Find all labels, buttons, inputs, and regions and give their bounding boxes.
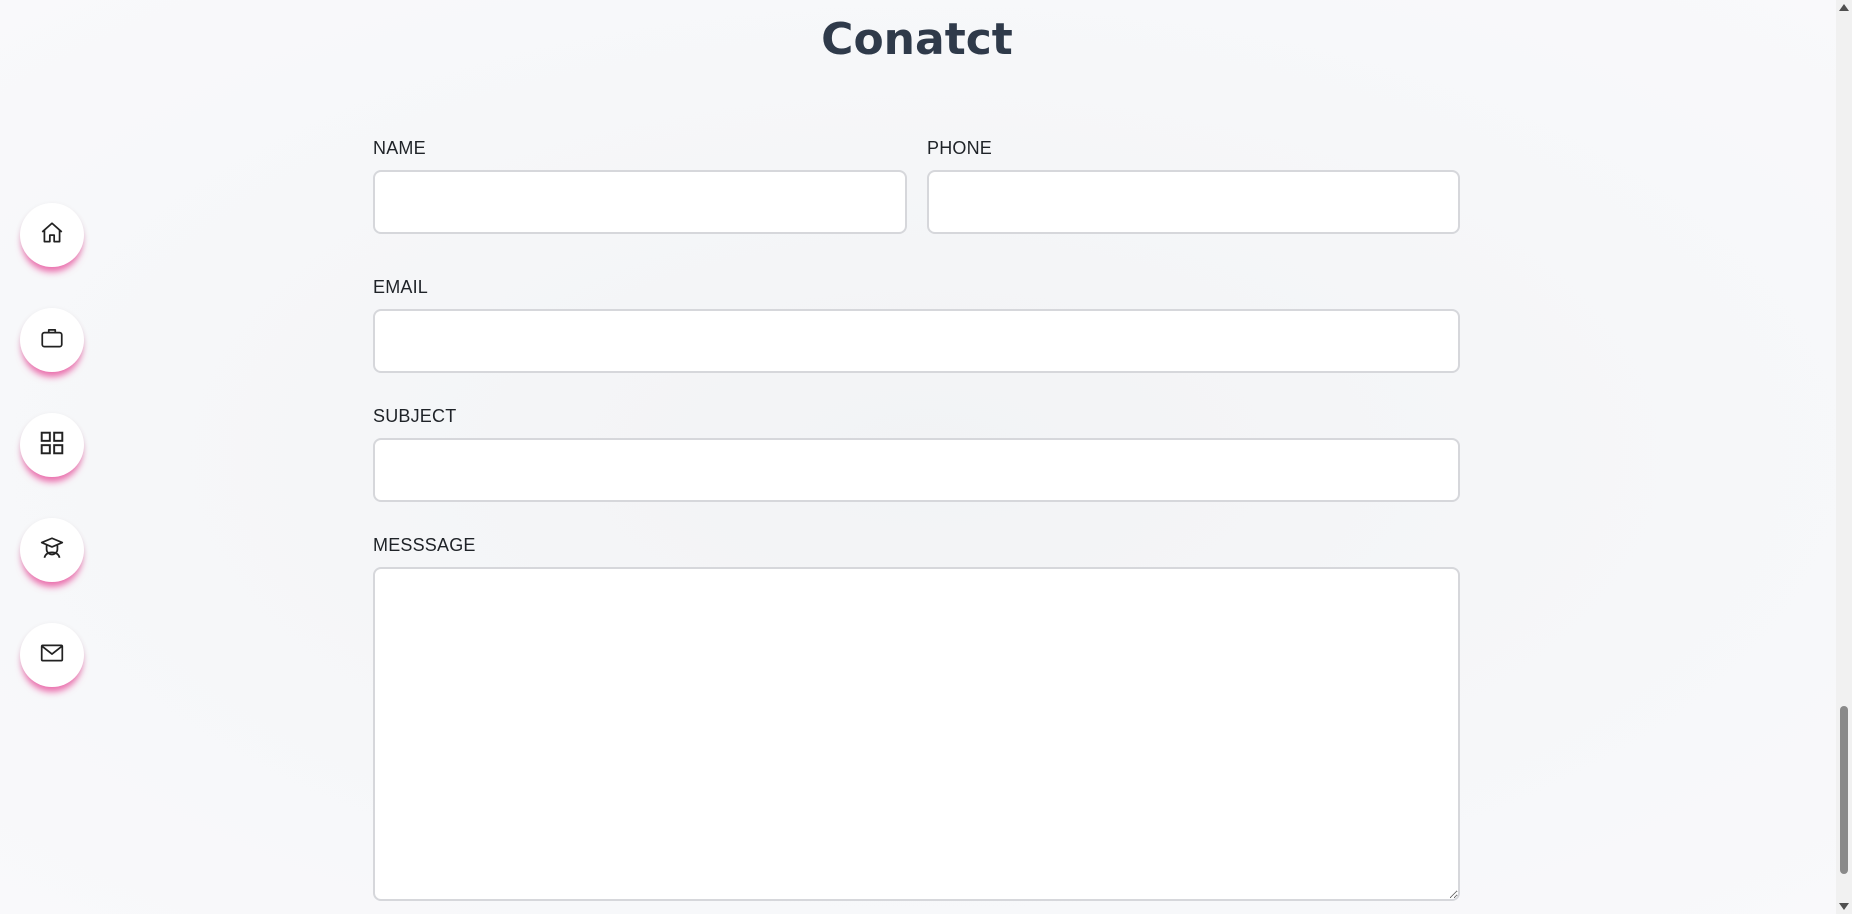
scroll-up-arrow-icon[interactable] [1839,4,1849,11]
briefcase-icon [39,325,65,356]
message-label: MESSSAGE [373,535,476,555]
graduate-icon [39,535,65,566]
phone-label: PHONE [927,138,993,158]
nav-home-button[interactable] [20,203,84,267]
subject-label: SUBJECT [373,406,457,426]
email-label: EMAIL [373,277,429,297]
grid-icon [39,430,65,461]
scroll-down-arrow-icon[interactable] [1839,903,1849,910]
scroll-thumb[interactable] [1840,706,1848,874]
nav-briefcase-button[interactable] [20,308,84,372]
mail-icon [39,640,65,671]
page-title: Conatct [821,14,1013,65]
name-field[interactable] [373,170,907,234]
nav-contact-button[interactable] [20,623,84,687]
home-icon [39,220,65,251]
subject-field[interactable] [373,438,1460,502]
email-field[interactable] [373,309,1460,373]
nav-grid-button[interactable] [20,413,84,477]
contact-page: Conatct NAME PHONE EMAIL SUBJECT MESSSAG… [0,0,1852,914]
message-field[interactable] [373,567,1460,901]
phone-field[interactable] [927,170,1460,234]
name-label: NAME [373,138,426,158]
page-scrollbar[interactable] [1836,0,1852,914]
nav-education-button[interactable] [20,518,84,582]
